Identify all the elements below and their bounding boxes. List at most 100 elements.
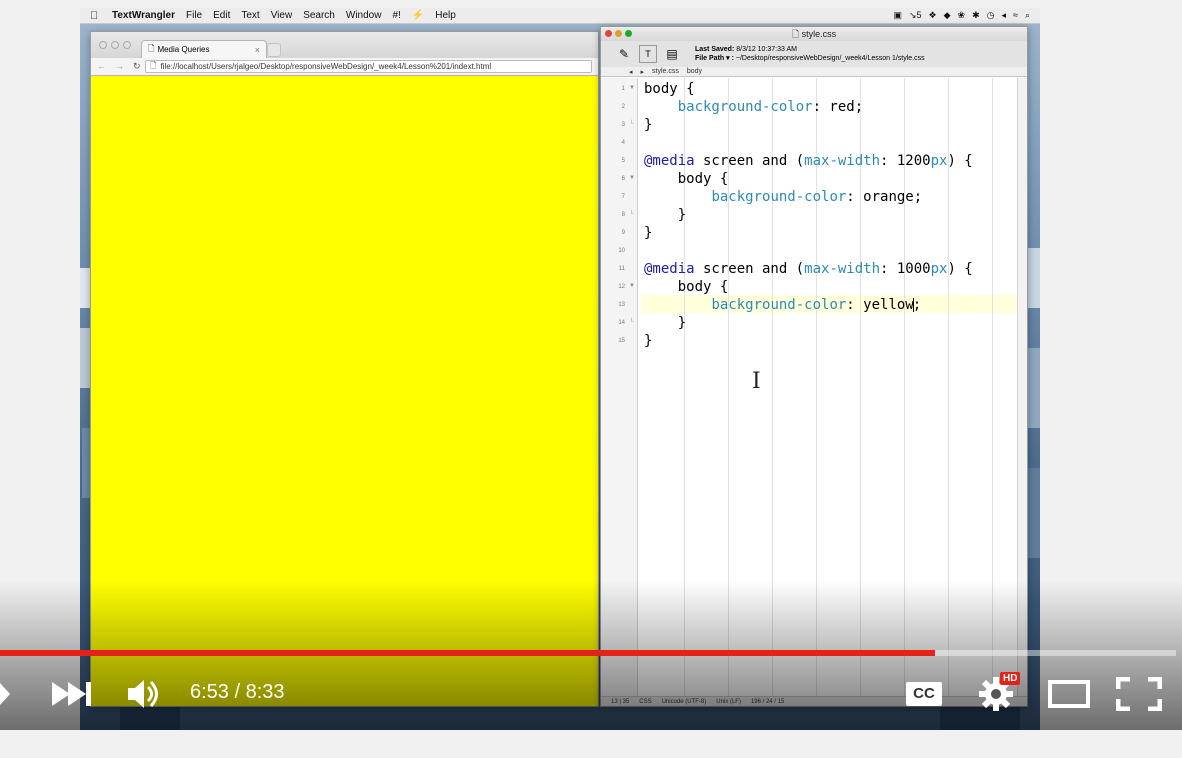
fold-marker-icon[interactable]: └	[629, 121, 633, 127]
menu-window[interactable]: Window	[346, 10, 382, 21]
code-token: screen and (	[694, 153, 805, 169]
tray-count: 5	[916, 10, 922, 20]
code-line: body {	[644, 170, 729, 188]
line-endings-popup[interactable]: Unix (LF)	[716, 699, 741, 705]
code-editor[interactable]: body { background-color: red;} @media scr…	[641, 78, 1017, 696]
zoom-window-button[interactable]	[625, 30, 632, 37]
line-number: 4	[621, 140, 625, 146]
code-token: body {	[644, 171, 729, 187]
textwrangler-window: 🗋 style.css ✎ T ▤ Last Saved: 8/3/12 10:…	[600, 26, 1028, 707]
volume-icon[interactable]	[128, 677, 162, 711]
reload-icon[interactable]: ↻	[133, 61, 141, 72]
bluetooth-icon[interactable]: ✱	[972, 10, 980, 21]
line-number: 10	[618, 248, 625, 254]
code-token: body {	[644, 279, 729, 295]
line-number: 6	[621, 176, 625, 182]
navigation-bar: ◂ ▸ style.css body	[601, 67, 1027, 77]
spotlight-search-icon[interactable]: ⌕	[1025, 10, 1030, 21]
paw-icon[interactable]: ❀	[958, 10, 966, 21]
language-popup[interactable]: CSS	[639, 699, 651, 705]
next-icon[interactable]	[52, 682, 92, 706]
hd-badge: HD	[1000, 672, 1021, 685]
code-token: ;	[912, 297, 922, 313]
fullscreen-icon[interactable]	[1116, 677, 1162, 711]
minimize-window-button[interactable]	[615, 30, 622, 37]
window-controls	[99, 41, 131, 49]
editor-status-bar: 13 | 35 CSS Unicode (UTF-8) Unix (LF) 19…	[601, 696, 1027, 706]
apple-menu-icon[interactable]: 	[90, 10, 104, 22]
volume-icon[interactable]: ◂	[1001, 10, 1006, 21]
screen-record-icon[interactable]: ▣	[893, 10, 902, 21]
menu-edit[interactable]: Edit	[213, 10, 230, 21]
editor-title-bar: 🗋 style.css	[601, 27, 1027, 41]
page-icon: 🗋	[148, 43, 155, 53]
forward-arrow-icon[interactable]: ▸	[641, 68, 645, 76]
fold-marker-icon[interactable]: ▼	[629, 283, 635, 289]
menu-search[interactable]: Search	[303, 10, 335, 21]
close-tab-icon[interactable]: ×	[255, 45, 260, 55]
dropbox-icon[interactable]: ❖	[929, 10, 937, 21]
code-token: : red;	[812, 99, 864, 115]
code-token: : 1000	[880, 261, 931, 277]
menu-view[interactable]: View	[271, 10, 293, 21]
fold-marker-icon[interactable]: ▼	[629, 85, 635, 91]
encoding-popup[interactable]: Unicode (UTF-8)	[662, 699, 707, 705]
menu-shebang[interactable]: #!	[392, 10, 400, 21]
address-bar[interactable]: 🗋 file://localhost/Users/rjalgeo/Desktop…	[145, 60, 592, 73]
minimize-window-button[interactable]	[111, 41, 119, 49]
line-number: 8	[621, 212, 625, 218]
code-token: body {	[644, 81, 695, 97]
url-text: file://localhost/Users/rjalgeo/Desktop/r…	[160, 62, 492, 71]
line-number: 14	[618, 320, 625, 326]
cursor-icon[interactable]: ↘5	[909, 10, 922, 21]
code-token: }	[644, 207, 687, 223]
captions-button[interactable]: CC	[906, 682, 942, 706]
browser-tab-strip: 🗋 Media Queries ×	[91, 32, 598, 58]
back-arrow-icon[interactable]: ←	[97, 61, 106, 72]
code-line: }	[644, 206, 686, 224]
new-tab-button[interactable]	[267, 43, 281, 57]
css-file-icon: 🗋	[791, 29, 800, 39]
browser-toolbar: ← → ↻ 🗋 file://localhost/Users/rjalgeo/D…	[91, 58, 598, 76]
menu-text[interactable]: Text	[241, 10, 259, 21]
code-token: : yellow	[846, 297, 914, 313]
progress-bar[interactable]	[0, 650, 1176, 656]
back-arrow-icon[interactable]: ◂	[629, 68, 633, 76]
fold-marker-icon[interactable]: ▼	[629, 175, 635, 181]
evernote-icon[interactable]: ◆	[944, 10, 951, 21]
wifi-icon[interactable]: ≈	[1013, 10, 1018, 21]
fold-marker-icon[interactable]: └	[629, 211, 633, 217]
code-token: screen and (	[694, 261, 805, 277]
app-menu-textwrangler[interactable]: TextWrangler	[112, 10, 175, 21]
property-token: background-color	[711, 189, 847, 205]
symbol-popup[interactable]: body	[687, 68, 702, 75]
browser-tab-media-queries[interactable]: 🗋 Media Queries ×	[141, 40, 267, 58]
document-info-icon[interactable]: ▤	[663, 45, 681, 63]
close-window-button[interactable]	[605, 30, 612, 37]
theater-mode-icon[interactable]	[1048, 680, 1090, 708]
code-token: }	[644, 333, 653, 349]
code-token: ) {	[947, 153, 973, 169]
forward-arrow-icon[interactable]: →	[115, 61, 124, 72]
code-token: }	[644, 315, 687, 331]
line-number: 5	[621, 158, 625, 164]
tab-title: Media Queries	[157, 45, 210, 54]
zoom-window-button[interactable]	[123, 41, 131, 49]
menu-file[interactable]: File	[186, 10, 202, 21]
file-path-label[interactable]: File Path ▾ :	[695, 55, 734, 62]
fold-marker-icon[interactable]: └	[629, 319, 633, 325]
video-player[interactable]:  TextWrangler File Edit Text View Searc…	[0, 0, 1182, 758]
time-machine-icon[interactable]: ◷	[987, 10, 995, 21]
line-number: 9	[621, 230, 625, 236]
file-popup[interactable]: style.css	[652, 68, 679, 75]
line-number-gutter: 1 ▼ 2 3 └ 4 5 6 ▼ 7 8 └ 9 10 11 12 ▼ 13 14 └ 15	[601, 78, 638, 696]
vertical-scrollbar[interactable]	[1017, 78, 1027, 696]
play-icon[interactable]	[0, 683, 10, 705]
pencil-icon[interactable]: ✎	[615, 45, 633, 63]
close-window-button[interactable]	[99, 41, 107, 49]
script-menu-icon[interactable]: ⚡	[412, 10, 424, 21]
text-options-icon[interactable]: T	[639, 45, 657, 63]
property-token: background-color	[711, 297, 847, 313]
menu-help[interactable]: Help	[435, 10, 456, 21]
